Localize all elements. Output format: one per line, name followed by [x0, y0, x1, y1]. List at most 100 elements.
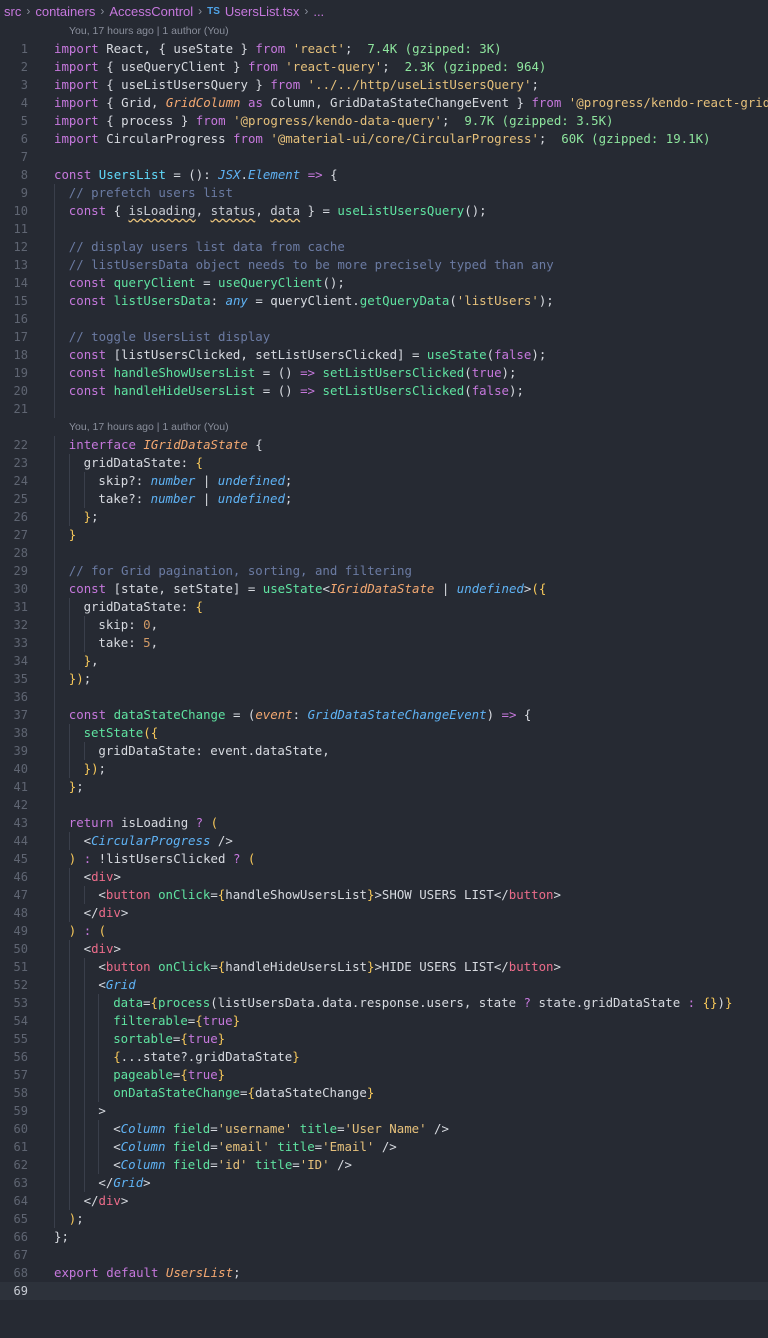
line-number[interactable]: 48 [0, 904, 28, 922]
codelens-blame[interactable]: You, 17 hours ago | 1 author (You) [69, 418, 229, 436]
code-line[interactable]: 45) : !listUsersClicked ? ( [0, 850, 768, 868]
code-line[interactable]: 7 [0, 148, 768, 166]
line-number[interactable]: 66 [0, 1228, 28, 1246]
breadcrumb-item-symbols[interactable]: ... [313, 4, 324, 19]
line-number[interactable]: 6 [0, 130, 28, 148]
line-number[interactable]: 53 [0, 994, 28, 1012]
breadcrumb-item-src[interactable]: src [4, 4, 21, 19]
code-line[interactable]: 60 <Column field='username' title='User N… [0, 1120, 768, 1138]
code-line[interactable]: 33 take: 5, [0, 634, 768, 652]
code-line[interactable]: 20 const handleHideUsersList = () => setL… [0, 382, 768, 400]
code-line[interactable]: 47 <button onClick={handleShowUsersList}>… [0, 886, 768, 904]
code-line[interactable]: 64 </div> [0, 1192, 768, 1210]
line-number[interactable]: 17 [0, 328, 28, 346]
line-number[interactable]: 54 [0, 1012, 28, 1030]
code-line[interactable]: 42 [0, 796, 768, 814]
code-line[interactable]: 2 import { useQueryClient } from 'react-q… [0, 58, 768, 76]
line-number[interactable]: 3 [0, 76, 28, 94]
line-number[interactable]: 34 [0, 652, 28, 670]
line-number[interactable]: 10 [0, 202, 28, 220]
line-number[interactable]: 31 [0, 598, 28, 616]
line-number[interactable]: 63 [0, 1174, 28, 1192]
breadcrumb-item-accesscontrol[interactable]: AccessControl [109, 4, 193, 19]
line-number[interactable]: 18 [0, 346, 28, 364]
line-number[interactable]: 28 [0, 544, 28, 562]
line-number[interactable]: 40 [0, 760, 28, 778]
code-line[interactable]: 27} [0, 526, 768, 544]
code-line[interactable]: 22 interface IGridDataState { [0, 436, 768, 454]
code-line[interactable]: 29 // for Grid pagination, sorting, and f… [0, 562, 768, 580]
line-number[interactable]: 49 [0, 922, 28, 940]
code-line[interactable]: 48 </div> [0, 904, 768, 922]
line-number[interactable]: 24 [0, 472, 28, 490]
line-number[interactable]: 37 [0, 706, 28, 724]
line-number[interactable]: 12 [0, 238, 28, 256]
code-line[interactable]: 49) : ( [0, 922, 768, 940]
code-line[interactable]: 10 const { isLoading, status, data } = us… [0, 202, 768, 220]
line-number[interactable]: 35 [0, 670, 28, 688]
code-line[interactable]: 26}; [0, 508, 768, 526]
code-line[interactable]: 65); [0, 1210, 768, 1228]
line-number[interactable]: 69 [0, 1282, 28, 1300]
code-editor[interactable]: src › containers › AccessControl › TS Us… [0, 0, 768, 1338]
line-number[interactable]: 4 [0, 94, 28, 112]
line-number[interactable]: 14 [0, 274, 28, 292]
line-number[interactable]: 39 [0, 742, 28, 760]
line-number[interactable]: 2 [0, 58, 28, 76]
code-line[interactable]: 38 setState({ [0, 724, 768, 742]
line-number[interactable]: 29 [0, 562, 28, 580]
code-line[interactable]: 12 // display users list data from cache [0, 238, 768, 256]
line-number[interactable]: 19 [0, 364, 28, 382]
code-line[interactable]: 59 > [0, 1102, 768, 1120]
line-number[interactable]: 58 [0, 1084, 28, 1102]
code-line[interactable]: 28 [0, 544, 768, 562]
line-number[interactable]: 27 [0, 526, 28, 544]
code-line[interactable]: 36 [0, 688, 768, 706]
line-number[interactable]: 23 [0, 454, 28, 472]
line-number[interactable]: 46 [0, 868, 28, 886]
code-line[interactable]: 4 import { Grid, GridColumn as Column, Gr… [0, 94, 768, 112]
line-number[interactable]: 16 [0, 310, 28, 328]
line-number[interactable]: 8 [0, 166, 28, 184]
line-number[interactable]: 52 [0, 976, 28, 994]
code-line[interactable]: 51 <button onClick={handleHideUsersList}>… [0, 958, 768, 976]
code-line[interactable]: 31 gridDataState: { [0, 598, 768, 616]
line-number[interactable]: 50 [0, 940, 28, 958]
line-number[interactable]: 20 [0, 382, 28, 400]
breadcrumb-item-file[interactable]: UsersList.tsx [225, 4, 299, 19]
line-number[interactable]: 22 [0, 436, 28, 454]
code-line[interactable]: 35}); [0, 670, 768, 688]
line-number[interactable]: 33 [0, 634, 28, 652]
code-line[interactable]: 37 const dataStateChange = (event: GridDa… [0, 706, 768, 724]
line-number[interactable]: 55 [0, 1030, 28, 1048]
line-number[interactable]: 38 [0, 724, 28, 742]
code-line[interactable]: 23 gridDataState: { [0, 454, 768, 472]
code-line[interactable]: 8 const UsersList = (): JSX.Element => { [0, 166, 768, 184]
code-line[interactable]: 68 export default UsersList; [0, 1264, 768, 1282]
code-line[interactable]: 61 <Column field='email' title='Email' /> [0, 1138, 768, 1156]
code-line[interactable]: 53 data={process(listUsersData.data.respo… [0, 994, 768, 1012]
code-line[interactable]: 16 [0, 310, 768, 328]
line-number[interactable]: 64 [0, 1192, 28, 1210]
line-number[interactable]: 62 [0, 1156, 28, 1174]
line-number[interactable]: 47 [0, 886, 28, 904]
code-line[interactable]: 19 const handleShowUsersList = () => setL… [0, 364, 768, 382]
code-line[interactable]: 18 const [listUsersClicked, setListUsersC… [0, 346, 768, 364]
breadcrumb-item-containers[interactable]: containers [35, 4, 95, 19]
code-line[interactable]: 62 <Column field='id' title='ID' /> [0, 1156, 768, 1174]
code-line[interactable]: 14 const queryClient = useQueryClient(); [0, 274, 768, 292]
line-number[interactable]: 61 [0, 1138, 28, 1156]
line-number[interactable]: 13 [0, 256, 28, 274]
line-number[interactable]: 42 [0, 796, 28, 814]
code-line[interactable]: 52 <Grid [0, 976, 768, 994]
line-number[interactable]: 7 [0, 148, 28, 166]
line-number[interactable]: 57 [0, 1066, 28, 1084]
line-number[interactable]: 56 [0, 1048, 28, 1066]
line-number[interactable]: 65 [0, 1210, 28, 1228]
line-number[interactable]: 45 [0, 850, 28, 868]
line-number[interactable]: 43 [0, 814, 28, 832]
code-line[interactable]: 56 {...state?.gridDataState} [0, 1048, 768, 1066]
line-number[interactable]: 51 [0, 958, 28, 976]
code-line[interactable]: 30 const [state, setState] = useState<IGr… [0, 580, 768, 598]
code-line[interactable]: 5 import { process } from '@progress/kend… [0, 112, 768, 130]
